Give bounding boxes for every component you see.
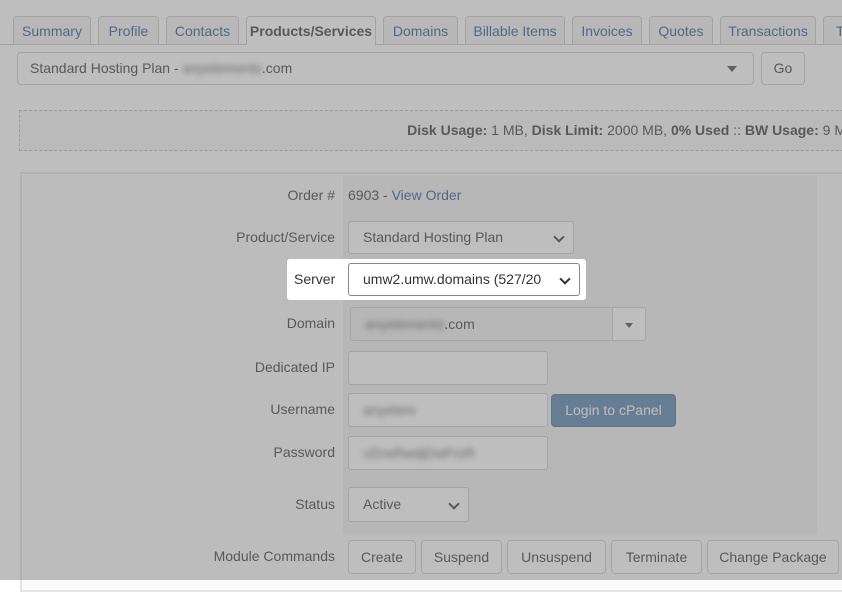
change-package-button[interactable]: Change Package [707,540,839,574]
tab-invoices[interactable]: Invoices [572,16,642,44]
server-select[interactable]: umw2.umw.domains (527/20 [348,263,580,296]
password-input[interactable]: vZnxRwdjDwFrzR [348,436,548,470]
usage-separator: :: [729,122,745,138]
dedicated-ip-label: Dedicated IP [254,359,335,375]
status-value: Active [363,496,402,512]
suspend-button[interactable]: Suspend [421,540,502,574]
domain-field[interactable]: anyelements.com [350,307,613,341]
tab-quotes[interactable]: Quotes [649,16,713,44]
disk-usage-label: Disk Usage: [407,122,488,138]
used-percent: 0% Used [670,122,730,138]
order-number: 6903 - [348,187,392,203]
status-label: Status [295,496,335,512]
tab-contacts[interactable]: Contacts [166,16,239,44]
tab-profile[interactable]: Profile [98,16,159,44]
terminate-button[interactable]: Terminate [611,540,702,574]
product-select[interactable]: Standard Hosting Plan - anyelements.com [17,52,754,85]
tab-transactions[interactable]: Transactions [720,16,816,44]
product-service-label: Product/Service [236,229,335,245]
tab-summary[interactable]: Summary [13,16,91,44]
password-label: Password [273,444,335,460]
order-value: 6903 - View Order [348,187,461,203]
chevron-down-icon [559,272,571,285]
tab-domains[interactable]: Domains [383,16,458,44]
username-redacted: anyelem [363,402,416,418]
tab-billable-items[interactable]: Billable Items [465,16,565,44]
disk-limit-label: Disk Limit: [531,122,604,138]
product-select-domain-redacted: anyelements [182,60,262,76]
tab-products-services[interactable]: Products/Services [246,16,376,45]
domain-label: Domain [286,315,335,331]
dedicated-ip-input[interactable] [348,351,548,385]
password-redacted: vZnxRwdjDwFrzR [363,445,475,461]
usage-stats: Disk Usage: 1 MB, Disk Limit: 2000 MB, 0… [19,110,842,151]
caret-down-icon [727,66,737,72]
tab-overflow[interactable]: T [823,16,842,44]
product-service-value: Standard Hosting Plan [363,229,504,245]
username-label: Username [270,401,335,417]
unsuspend-button[interactable]: Unsuspend [507,540,606,574]
order-label: Order # [287,187,335,203]
view-order-link[interactable]: View Order [392,187,462,203]
disk-limit-value: 2000 MB, [603,122,671,138]
chevron-down-icon [553,230,565,243]
domain-suffix: .com [444,316,475,332]
product-service-select[interactable]: Standard Hosting Plan [348,221,574,254]
client-tabs: Summary Profile Contacts Products/Servic… [0,16,842,45]
create-button[interactable]: Create [348,540,416,574]
disk-usage-value: 1 MB, [487,122,532,138]
module-commands-label: Module Commands [213,548,335,564]
domain-redacted: anyelements [365,316,445,332]
server-label: Server [294,271,336,287]
bw-usage-value: 9 M [822,122,842,138]
product-select-domain-suffix: .com [261,60,293,76]
server-value: umw2.umw.domains (527/20 [363,271,542,287]
username-input[interactable]: anyelem [348,393,548,427]
caret-down-icon [625,323,633,328]
login-cpanel-button[interactable]: Login to cPanel [551,394,676,427]
product-select-plan: Standard Hosting Plan - [30,60,183,76]
chevron-down-icon [448,497,460,510]
domain-dropdown-button[interactable] [612,307,646,341]
status-select[interactable]: Active [348,487,469,522]
go-button[interactable]: Go [761,52,805,85]
server-row-highlight: Server umw2.umw.domains (527/20 [287,259,586,300]
bw-usage-label: BW Usage: [744,122,819,138]
